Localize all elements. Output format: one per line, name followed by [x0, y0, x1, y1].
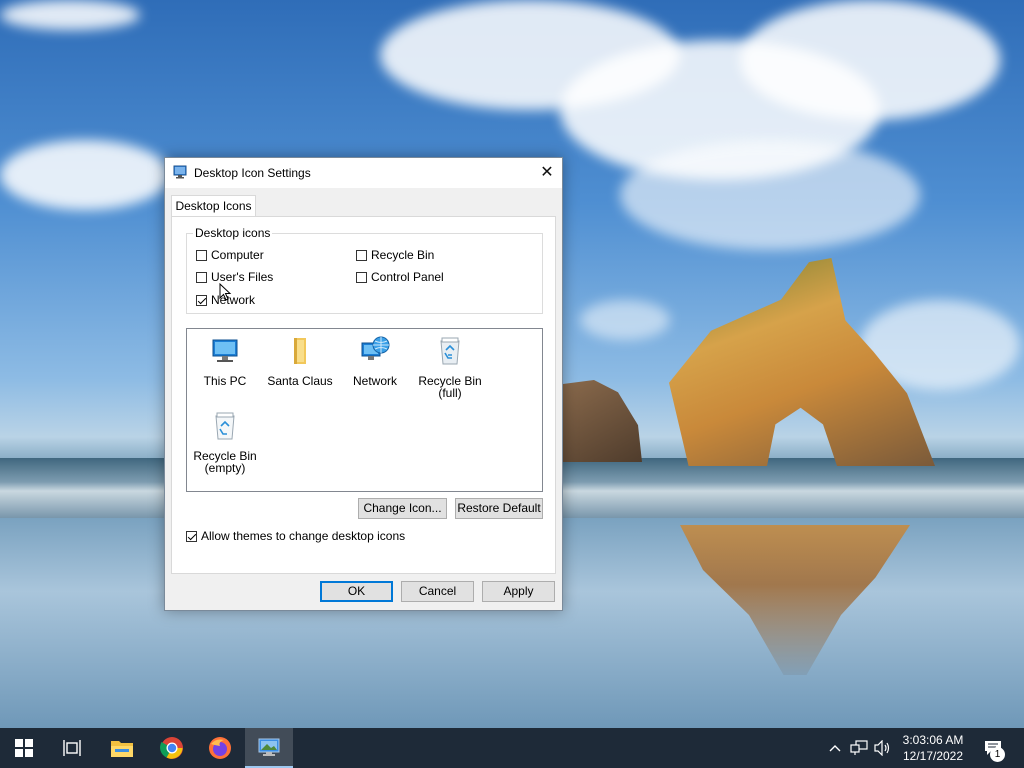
- ok-button[interactable]: OK: [320, 581, 393, 602]
- icon-label-line2: (empty): [204, 461, 246, 475]
- folder-icon: [294, 338, 306, 364]
- tab-desktop-icons[interactable]: Desktop Icons: [171, 195, 256, 218]
- firefox-button[interactable]: [196, 728, 244, 768]
- dialog-title: Desktop Icon Settings: [194, 166, 311, 180]
- volume-icon: [874, 740, 890, 756]
- checkbox-label: Control Panel: [371, 270, 444, 284]
- checkbox-label: Allow themes to change desktop icons: [201, 529, 406, 543]
- recycle-bin-full-icon: [440, 337, 460, 365]
- chevron-up-icon: [829, 745, 841, 752]
- checkbox-allow-themes[interactable]: Allow themes to change desktop icons: [186, 529, 405, 543]
- network-globe-icon: [361, 336, 390, 360]
- task-view-icon: [63, 740, 81, 756]
- checkbox-box[interactable]: [196, 294, 207, 306]
- icon-label: Recycle Bin (full): [415, 375, 485, 399]
- show-hidden-icons-button[interactable]: [826, 728, 844, 768]
- title-bar[interactable]: Desktop Icon Settings ✕: [165, 158, 562, 188]
- icon-label: Recycle Bin (empty): [190, 450, 260, 474]
- list-item-recycle-bin-empty[interactable]: Recycle Bin (empty): [190, 410, 260, 474]
- desktop-icon-settings-dialog: Desktop Icon Settings ✕ Desktop Icons De…: [164, 157, 563, 611]
- checkbox-box[interactable]: [356, 271, 367, 283]
- checkbox-recycle-bin[interactable]: Recycle Bin: [356, 248, 434, 262]
- tab-panel: Desktop icons Computer Recycle Bin User'…: [171, 216, 556, 574]
- list-item-network[interactable]: Network: [340, 335, 410, 387]
- checkbox-box[interactable]: [196, 271, 207, 283]
- close-icon: ✕: [540, 164, 554, 181]
- icon-label: This PC: [203, 374, 247, 388]
- desktop-icons-group: Desktop icons Computer Recycle Bin User'…: [186, 226, 543, 314]
- task-view-button[interactable]: [48, 728, 96, 768]
- icon-label-line2: (full): [438, 386, 462, 400]
- clock-date: 12/17/2022: [902, 749, 964, 763]
- desktop-icon-settings-taskbar-button[interactable]: [245, 728, 293, 768]
- apply-button[interactable]: Apply: [482, 581, 555, 602]
- network-wired-icon: [850, 740, 868, 755]
- notification-count-badge: 1: [990, 747, 1005, 762]
- firefox-icon: [209, 737, 231, 759]
- checkbox-users-files[interactable]: User's Files: [196, 270, 273, 284]
- clock[interactable]: 3:03:06 AM 12/17/2022: [898, 732, 968, 764]
- list-item-recycle-bin-full[interactable]: Recycle Bin (full): [415, 335, 485, 399]
- network-tray-button[interactable]: [848, 728, 870, 768]
- clock-time: 3:03:06 AM: [902, 733, 964, 747]
- mouse-cursor-icon: [219, 283, 232, 301]
- checkbox-box[interactable]: [196, 249, 207, 261]
- monitor-icon: [212, 339, 238, 362]
- start-icon: [15, 739, 33, 757]
- checkbox-label: User's Files: [211, 270, 274, 284]
- checkbox-label: Computer: [211, 248, 264, 262]
- chrome-icon: [160, 737, 183, 759]
- checkbox-control-panel[interactable]: Control Panel: [356, 270, 444, 284]
- file-explorer-button[interactable]: [98, 728, 146, 768]
- rock-left: [562, 380, 642, 462]
- icon-label: Network: [352, 374, 397, 388]
- start-button[interactable]: [0, 728, 48, 768]
- checkbox-computer[interactable]: Computer: [196, 248, 264, 262]
- file-explorer-icon: [111, 741, 133, 757]
- taskbar: 3:03:06 AM 12/17/2022: [0, 728, 1024, 768]
- checkbox-label: Network: [211, 293, 256, 307]
- chrome-button[interactable]: [148, 728, 196, 768]
- volume-tray-button[interactable]: [872, 728, 894, 768]
- checkbox-box[interactable]: [356, 249, 367, 261]
- group-label: Desktop icons: [193, 226, 273, 240]
- desktop-icon-settings-app-icon: [258, 738, 280, 756]
- app-icon: [173, 165, 187, 179]
- checkbox-box[interactable]: [186, 530, 197, 542]
- change-icon-button[interactable]: Change Icon...: [358, 498, 447, 519]
- checkbox-label: Recycle Bin: [371, 248, 435, 262]
- list-item-this-pc[interactable]: This PC: [190, 335, 260, 387]
- close-button[interactable]: ✕: [532, 158, 562, 188]
- recycle-bin-empty-icon: [215, 412, 235, 440]
- restore-default-button[interactable]: Restore Default: [455, 498, 543, 519]
- list-item-santa-claus[interactable]: Santa Claus: [265, 335, 335, 387]
- icon-label: Santa Claus: [267, 374, 333, 388]
- icon-list[interactable]: This PC Santa Claus Network Recycle Bin …: [186, 328, 543, 492]
- cancel-button[interactable]: Cancel: [401, 581, 474, 602]
